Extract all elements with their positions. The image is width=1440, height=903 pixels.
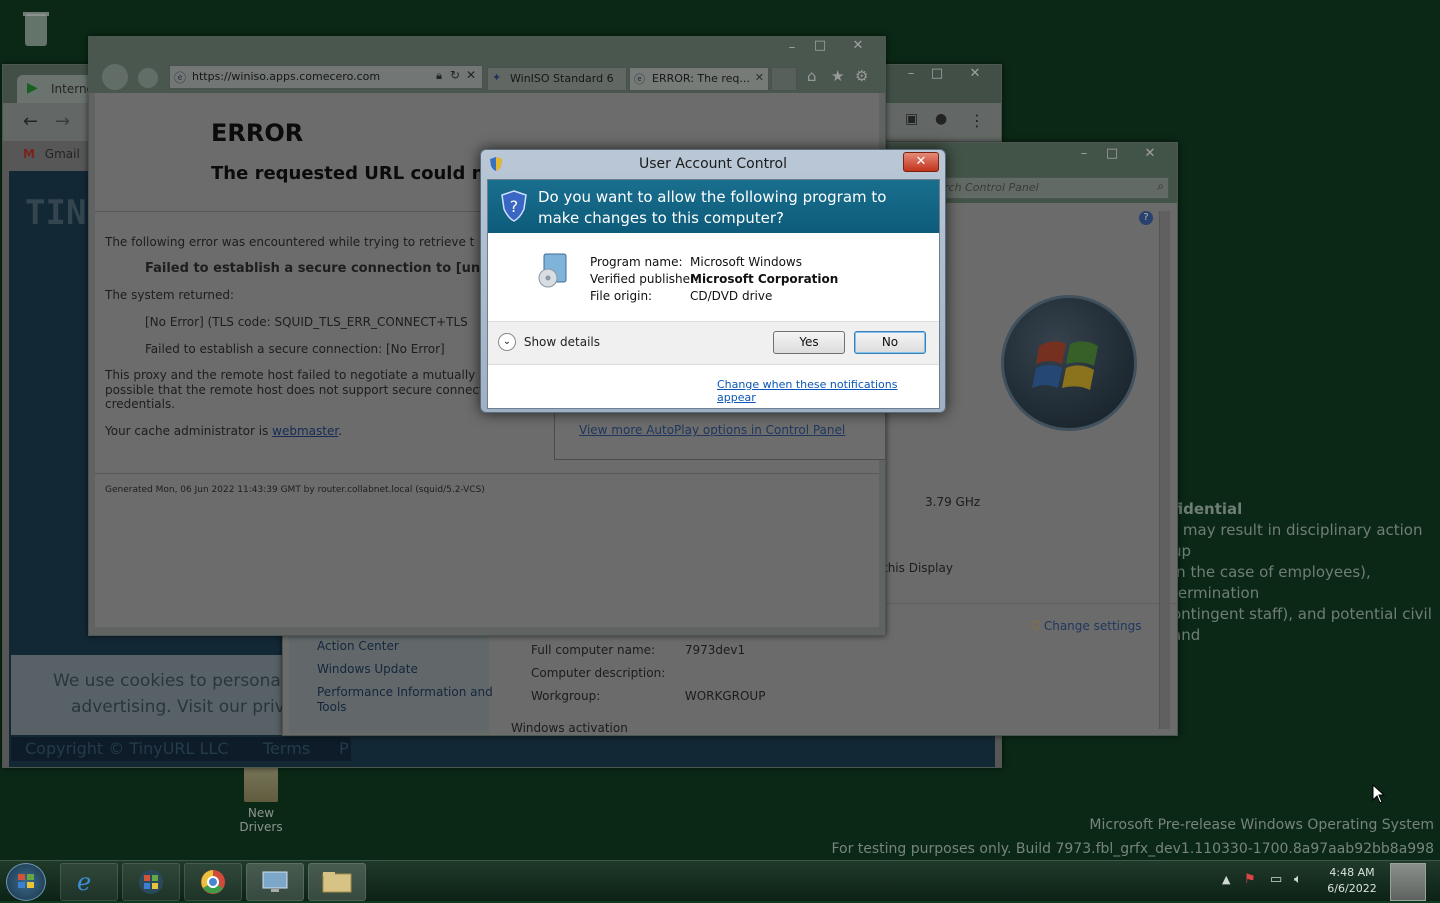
folder-icon [322, 872, 352, 893]
action-center-flag-icon[interactable]: ⚑ [1244, 872, 1256, 887]
volume-muted-icon[interactable]: 🔈︎ [1294, 872, 1302, 887]
origin-label: File origin: [590, 289, 653, 303]
show-details-toggle[interactable]: ⌄ Show details [498, 333, 600, 351]
mouse-cursor [1372, 783, 1386, 807]
taskbar-explorer[interactable] [308, 863, 366, 901]
taskbar-media-center[interactable] [122, 863, 180, 901]
windows-logo-icon [139, 870, 163, 894]
uac-dialog[interactable]: User Account Control ✕ ? Do you want to … [480, 149, 946, 413]
uac-question: Do you want to allow the following progr… [538, 188, 887, 227]
clock-date: 6/6/2022 [1327, 882, 1377, 895]
uac-close-button[interactable]: ✕ [903, 152, 939, 172]
installer-icon [536, 252, 570, 288]
taskbar-ie[interactable]: ℯ [60, 863, 118, 901]
show-desktop-button[interactable] [1390, 863, 1426, 901]
network-icon[interactable]: ▭ [1270, 872, 1282, 887]
change-notifications-link[interactable]: Change when these notifications appear [717, 378, 939, 404]
show-hidden-icons[interactable]: ▲ [1222, 873, 1230, 886]
clock[interactable]: 4:48 AM 6/6/2022 [1322, 865, 1382, 897]
windows-flag-icon [18, 874, 34, 888]
chrome-icon [201, 870, 225, 894]
publisher-label: Verified publisher: [590, 272, 699, 286]
show-details-label: Show details [523, 335, 600, 349]
program-name-label: Program name: [590, 255, 683, 269]
no-button[interactable]: No [854, 331, 926, 354]
yes-button[interactable]: Yes [773, 331, 845, 354]
taskbar-control-panel[interactable] [246, 863, 304, 901]
taskbar-chrome[interactable] [184, 863, 242, 901]
origin-value: CD/DVD drive [690, 289, 773, 303]
taskbar: ℯ ▲ ⚑ ▭ 🔈︎ 4:48 AM 6/6/2022 [0, 860, 1440, 901]
ie-icon: ℯ [77, 868, 92, 896]
uac-title: User Account Control [639, 156, 787, 172]
publisher-value: Microsoft Corporation [690, 272, 839, 286]
secure-desktop-dim [0, 0, 1440, 860]
uac-banner: ? Do you want to allow the following pro… [488, 180, 939, 233]
monitor-icon [262, 871, 288, 892]
svg-text:?: ? [510, 197, 519, 216]
program-name-value: Microsoft Windows [690, 255, 802, 269]
uac-body: ? Do you want to allow the following pro… [487, 179, 940, 409]
uac-footer: ⌄ Show details Yes No [488, 321, 939, 365]
start-button[interactable] [6, 863, 46, 901]
question-shield-icon: ? [500, 190, 528, 222]
clock-time: 4:48 AM [1329, 866, 1375, 879]
chevron-down-icon: ⌄ [498, 333, 516, 351]
